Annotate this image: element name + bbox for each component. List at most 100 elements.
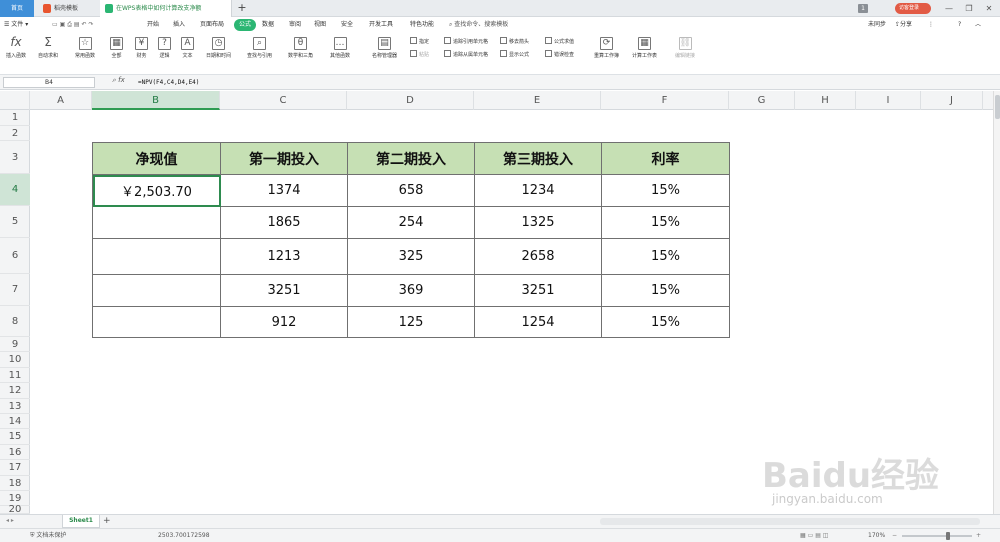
table-cell[interactable]: 15%	[601, 206, 730, 239]
zoom-slider[interactable]	[902, 532, 972, 540]
table-cell[interactable]: 15%	[601, 174, 730, 207]
remove-arrows-button[interactable]: 移去箭头	[500, 37, 529, 47]
share-button[interactable]: ⇪分享	[895, 17, 912, 33]
row-header-8[interactable]: 8	[0, 306, 30, 337]
print-icon[interactable]: ⎙	[67, 21, 72, 28]
row-header-16[interactable]: 16	[0, 445, 30, 460]
menu-tab-7[interactable]: 安全	[341, 17, 357, 33]
row-header-17[interactable]: 17	[0, 460, 30, 476]
edit-links-button[interactable]: ⛓ 编辑链接	[675, 37, 695, 59]
undo-icon[interactable]: ↶	[82, 21, 87, 28]
menu-tab-3[interactable]: 公式	[234, 19, 256, 31]
autosum-button[interactable]: Σ 自动求和	[38, 36, 58, 59]
row-header-9[interactable]: 9	[0, 337, 30, 352]
row-header-4[interactable]: 4	[0, 174, 30, 206]
view-mode-icons[interactable]: ▦ ▭ ▤ ◫	[800, 529, 828, 542]
tab-template[interactable]: 稻壳模板	[38, 0, 96, 17]
table-cell[interactable]: 325	[347, 238, 475, 275]
row-header-13[interactable]: 13	[0, 399, 30, 414]
calculate-sheet-button[interactable]: ▦ 计算工作表	[632, 37, 657, 59]
menu-tab-4[interactable]: 数据	[262, 17, 278, 33]
logic-button[interactable]: ? 逻辑	[158, 37, 171, 59]
table-cell[interactable]	[92, 306, 221, 338]
trace-precedents-button[interactable]: 追踪引用单元格	[444, 37, 488, 47]
column-header-e[interactable]: E	[474, 91, 601, 110]
table-cell[interactable]: 15%	[601, 238, 730, 275]
save-icon[interactable]: ▣	[60, 21, 66, 28]
insert-function-button[interactable]: fx 插入函数	[6, 36, 26, 59]
table-cell[interactable]: 15%	[601, 274, 730, 307]
text-button[interactable]: A 文本	[181, 37, 194, 59]
new-tab-button[interactable]: +	[236, 0, 248, 17]
row-header-15[interactable]: 15	[0, 429, 30, 445]
table-cell[interactable]: 1865	[220, 206, 348, 239]
tab-current-workbook[interactable]: 在WPS表格中如何计算改支净额	[100, 0, 232, 17]
finance-button[interactable]: ¥ 财务	[135, 37, 148, 59]
column-header-a[interactable]: A	[30, 91, 92, 110]
notification-badge[interactable]: 1	[858, 4, 868, 13]
header-period1[interactable]: 第一期投入	[220, 142, 348, 175]
paste-name-button[interactable]: 粘贴	[410, 50, 429, 60]
page-break-icon[interactable]: ▤	[815, 532, 821, 539]
menu-tab-5[interactable]: 审阅	[289, 17, 305, 33]
table-cell[interactable]: 2658	[474, 238, 602, 275]
collapse-ribbon-button[interactable]: ︿	[975, 17, 981, 33]
row-header-11[interactable]: 11	[0, 368, 30, 383]
select-all-corner[interactable]	[0, 91, 30, 110]
column-header-d[interactable]: D	[347, 91, 474, 110]
math-button[interactable]: θ 数学和三角	[288, 37, 313, 59]
quick-access-icons[interactable]: ▭ ▣ ⎙ ▤ ↶ ↷	[52, 17, 94, 33]
table-cell[interactable]: 3251	[220, 274, 348, 307]
row-header-1[interactable]: 1	[0, 110, 30, 126]
name-box[interactable]: B4	[3, 77, 95, 88]
table-cell[interactable]	[92, 206, 221, 239]
menu-tab-8[interactable]: 开发工具	[369, 17, 395, 33]
column-header-i[interactable]: I	[856, 91, 921, 110]
column-header-h[interactable]: H	[795, 91, 856, 110]
redo-icon[interactable]: ↷	[88, 21, 93, 28]
add-sheet-button[interactable]: +	[103, 514, 111, 528]
zoom-in-button[interactable]: +	[976, 529, 981, 542]
row-header-7[interactable]: 7	[0, 274, 30, 306]
row-header-14[interactable]: 14	[0, 414, 30, 429]
row-header-6[interactable]: 6	[0, 238, 30, 274]
table-cell[interactable]: 369	[347, 274, 475, 307]
scroll-thumb[interactable]	[995, 95, 1000, 119]
reading-mode-icon[interactable]: ◫	[823, 532, 829, 539]
lookup-button[interactable]: ⌕ 查找与引用	[247, 37, 272, 59]
row-header-20[interactable]: 20	[0, 504, 30, 515]
table-cell[interactable]	[92, 274, 221, 307]
row-header-18[interactable]: 18	[0, 476, 30, 491]
other-functions-button[interactable]: … 其他函数	[330, 37, 350, 59]
datetime-button[interactable]: ◷ 日期和时间	[206, 37, 231, 59]
sheet-tab-sheet1[interactable]: Sheet1	[62, 515, 100, 528]
column-header-c[interactable]: C	[220, 91, 347, 110]
evaluate-formula-button[interactable]: 公式求值	[545, 37, 574, 47]
header-period3[interactable]: 第三期投入	[474, 142, 602, 175]
show-formulas-button[interactable]: 显示公式	[500, 50, 529, 60]
menu-tab-9[interactable]: 特色功能	[410, 17, 436, 33]
recalculate-workbook-button[interactable]: ⟳ 重算工作簿	[594, 37, 619, 59]
table-cell[interactable]: 125	[347, 306, 475, 338]
horizontal-scrollbar[interactable]	[600, 518, 980, 525]
sync-status[interactable]: 未同步	[868, 17, 886, 33]
trace-dependents-button[interactable]: 追踪从属单元格	[444, 50, 488, 60]
file-menu[interactable]: ☰ 文件 ▾	[4, 17, 28, 33]
header-npv[interactable]: 净现值	[92, 142, 221, 175]
row-header-2[interactable]: 2	[0, 126, 30, 141]
name-manager-button[interactable]: ▤ 名称管理器	[372, 37, 397, 59]
header-rate[interactable]: 利率	[601, 142, 730, 175]
header-period2[interactable]: 第二期投入	[347, 142, 475, 175]
table-cell[interactable]: 658	[347, 174, 475, 207]
row-header-3[interactable]: 3	[0, 141, 30, 174]
table-cell[interactable]: 1325	[474, 206, 602, 239]
define-name-button[interactable]: 指定	[410, 37, 429, 47]
tab-home[interactable]: 首页	[0, 0, 34, 17]
function-wizard-icon[interactable]: ⌕ fx	[112, 76, 125, 85]
menu-tab-0[interactable]: 开始	[147, 17, 163, 33]
help-button[interactable]: ?	[958, 17, 961, 33]
table-cell[interactable]: 912	[220, 306, 348, 338]
zoom-out-button[interactable]: −	[892, 529, 897, 542]
table-cell[interactable]: 254	[347, 206, 475, 239]
table-cell[interactable]: 1374	[220, 174, 348, 207]
